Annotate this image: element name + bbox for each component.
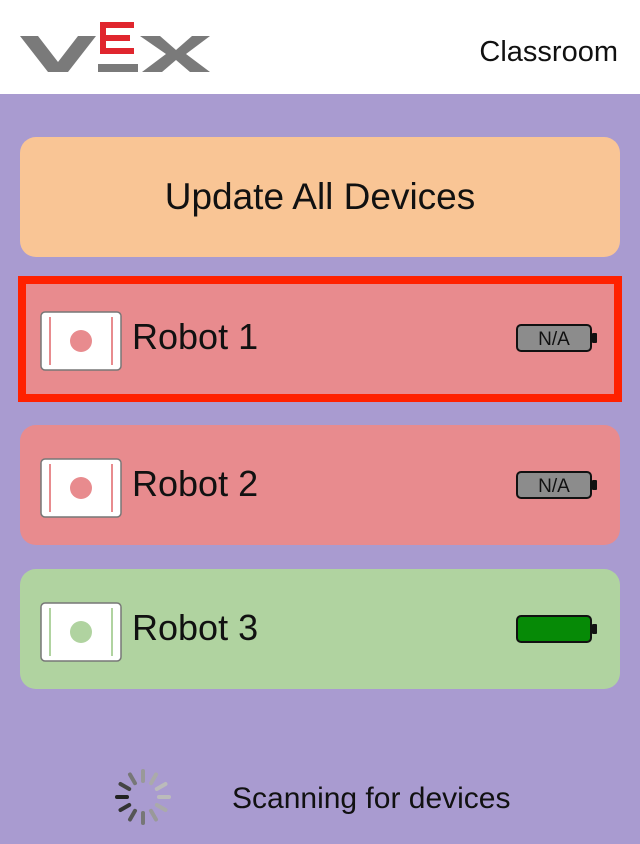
- device-name: Robot 1: [132, 316, 259, 357]
- battery-label: N/A: [538, 476, 570, 497]
- page-title: Classroom: [479, 36, 618, 68]
- battery-label: N/A: [538, 329, 570, 350]
- device-row-robot-2[interactable]: Robot 2 N/A: [20, 425, 620, 545]
- device-name: Robot 3: [132, 607, 259, 648]
- update-all-devices-button[interactable]: Update All Devices: [20, 137, 620, 257]
- loading-spinner-icon: [112, 766, 174, 833]
- vex-logo: [20, 22, 210, 79]
- device-name: Robot 2: [132, 463, 259, 504]
- robot-brain-icon: [40, 311, 122, 376]
- battery-icon: N/A: [516, 471, 598, 506]
- device-row-robot-1[interactable]: Robot 1 N/A: [18, 276, 622, 402]
- app-header: Classroom: [0, 0, 640, 94]
- battery-icon: [516, 615, 598, 650]
- robot-brain-icon: [40, 602, 122, 667]
- battery-icon: N/A: [516, 324, 598, 359]
- scanning-status-text: Scanning for devices: [232, 782, 511, 815]
- robot-brain-icon: [40, 458, 122, 523]
- device-row-robot-3[interactable]: Robot 3: [20, 569, 620, 689]
